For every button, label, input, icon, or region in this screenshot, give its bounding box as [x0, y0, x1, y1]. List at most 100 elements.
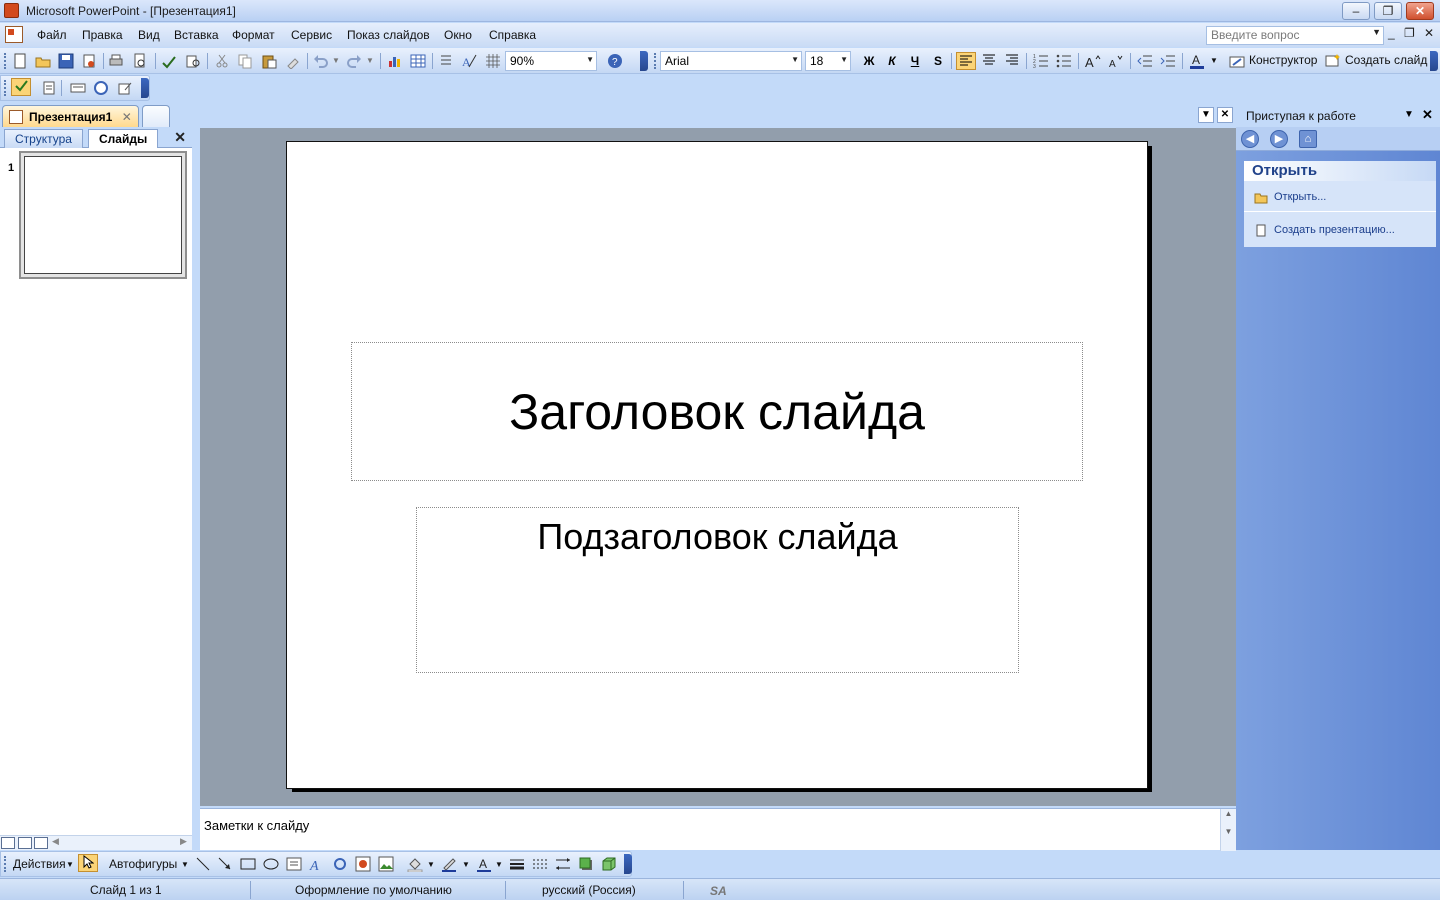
zoom-select[interactable]: 90% ▼	[505, 51, 597, 71]
grid-icon[interactable]	[485, 53, 501, 69]
close-pane-icon[interactable]: ✕	[174, 129, 186, 146]
new-icon[interactable]	[12, 53, 28, 69]
align-center-button[interactable]	[979, 52, 999, 70]
fill-color-dropdown-icon[interactable]: ▼	[427, 860, 435, 869]
line-icon[interactable]	[195, 856, 211, 872]
menu-edit[interactable]: Правка	[82, 28, 123, 42]
increase-indent-icon[interactable]	[1160, 53, 1176, 69]
font-size-select[interactable]: 18 ▼	[805, 51, 851, 71]
status-design-name[interactable]: Оформление по умолчанию	[295, 883, 452, 897]
menu-window[interactable]: Окно	[444, 28, 472, 42]
align-right-button[interactable]	[1002, 52, 1022, 70]
open-link[interactable]: Открыть...	[1254, 191, 1326, 204]
font-color-icon[interactable]: A	[476, 856, 492, 872]
italic-button[interactable]: К	[882, 52, 902, 70]
comment-icon[interactable]	[70, 80, 86, 96]
expand-all-icon[interactable]	[438, 53, 454, 69]
toolbar-options-chevron[interactable]	[624, 854, 632, 874]
tab-slides[interactable]: Слайды	[88, 129, 159, 148]
menu-slideshow[interactable]: Показ слайдов	[347, 28, 430, 42]
bullets-icon[interactable]	[1056, 53, 1072, 69]
autoshapes-menu[interactable]: Автофигуры	[109, 857, 177, 871]
back-icon[interactable]: ◀	[1241, 130, 1259, 148]
copy-icon[interactable]	[237, 53, 253, 69]
permission-icon[interactable]	[81, 53, 97, 69]
chevron-down-icon[interactable]: ▼	[791, 55, 799, 64]
spelling-icon[interactable]	[161, 53, 177, 69]
oval-icon[interactable]	[263, 856, 279, 872]
scroll-left-icon[interactable]: ◀	[52, 836, 59, 847]
slide-title-placeholder[interactable]: Заголовок слайда	[351, 342, 1083, 481]
show-formatting-icon[interactable]: A	[461, 53, 477, 69]
menu-view[interactable]: Вид	[138, 28, 160, 42]
close-document-icon[interactable]: ✕	[1217, 107, 1233, 123]
chevron-down-icon[interactable]: ▼	[1372, 27, 1381, 37]
font-color-icon[interactable]: A	[1189, 53, 1205, 69]
spelling-status-icon[interactable]: SA	[708, 882, 732, 898]
arrow-icon[interactable]	[217, 856, 233, 872]
rectangle-icon[interactable]	[240, 856, 256, 872]
slide-canvas[interactable]: Заголовок слайда Подзаголовок слайда	[286, 141, 1148, 789]
line-style-icon[interactable]	[509, 856, 525, 872]
powerpoint-app-icon[interactable]	[4, 3, 19, 18]
font-color-dropdown-icon[interactable]: ▼	[495, 860, 503, 869]
redo-dropdown-icon[interactable]: ▼	[366, 56, 374, 65]
status-language[interactable]: русский (Россия)	[542, 883, 636, 897]
document-menu-icon[interactable]	[5, 26, 23, 43]
menu-help[interactable]: Справка	[489, 28, 536, 42]
insert-chart-icon[interactable]	[387, 53, 403, 69]
menu-insert[interactable]: Вставка	[174, 28, 219, 42]
research-icon[interactable]	[185, 53, 201, 69]
new-tab-button[interactable]	[142, 105, 170, 127]
dash-style-icon[interactable]	[532, 856, 548, 872]
underline-button[interactable]: Ч	[905, 52, 925, 70]
bold-button[interactable]: Ж	[859, 52, 879, 70]
open-icon[interactable]	[35, 53, 51, 69]
help-search-input[interactable]: Введите вопрос ▼	[1206, 26, 1384, 45]
tab-outline[interactable]: Структура	[4, 129, 83, 148]
chevron-down-icon[interactable]: ▼	[1404, 109, 1414, 120]
help-icon[interactable]: ?	[607, 53, 623, 69]
close-window-button[interactable]: ✕	[1406, 2, 1434, 20]
3d-style-icon[interactable]	[601, 856, 617, 872]
restore-button[interactable]: ❐	[1374, 2, 1402, 20]
tab-list-dropdown-icon[interactable]: ▼	[1198, 107, 1214, 123]
toolbar-options-chevron[interactable]	[1430, 51, 1438, 71]
cut-icon[interactable]	[214, 53, 230, 69]
font-name-select[interactable]: Arial ▼	[660, 51, 802, 71]
decrease-font-icon[interactable]: A	[1108, 53, 1124, 69]
designer-button[interactable]: Конструктор	[1249, 53, 1317, 67]
markup-icon[interactable]	[41, 80, 57, 96]
create-presentation-link[interactable]: Создать презентацию...	[1254, 224, 1395, 237]
slide-sorter-view-icon[interactable]	[18, 837, 32, 849]
doc-restore-icon[interactable]: ❐	[1404, 26, 1415, 40]
paste-icon[interactable]	[261, 53, 277, 69]
doc-close-icon[interactable]: ✕	[1424, 26, 1434, 40]
tab-presentation1[interactable]: Презентация1 ✕	[2, 105, 139, 127]
insert-table-icon[interactable]	[410, 53, 426, 69]
new-slide-button[interactable]: Создать слайд	[1345, 53, 1427, 67]
align-left-button[interactable]	[956, 52, 976, 70]
format-painter-icon[interactable]	[285, 53, 301, 69]
doc-minimize-icon[interactable]: _	[1388, 26, 1395, 40]
autoshapes-dropdown-icon[interactable]: ▼	[181, 860, 189, 869]
slide-subtitle-placeholder[interactable]: Подзаголовок слайда	[416, 507, 1019, 673]
edit-comment-icon[interactable]	[117, 80, 133, 96]
toolbar-options-chevron[interactable]	[141, 78, 149, 98]
toolbar-grip[interactable]	[4, 856, 7, 872]
actions-menu[interactable]: Действия	[13, 857, 66, 871]
reviewers-icon[interactable]	[93, 80, 109, 96]
shadow-button[interactable]: S	[928, 52, 948, 70]
slideshow-view-icon[interactable]	[34, 837, 48, 849]
toolbar-options-chevron[interactable]	[640, 51, 648, 71]
save-icon[interactable]	[58, 53, 74, 69]
close-task-pane-icon[interactable]: ✕	[1422, 107, 1433, 123]
increase-font-icon[interactable]: A	[1085, 53, 1101, 69]
textbox-icon[interactable]	[286, 856, 302, 872]
scroll-right-icon[interactable]: ▶	[180, 836, 187, 847]
select-objects-button[interactable]	[78, 854, 98, 872]
decrease-indent-icon[interactable]	[1137, 53, 1153, 69]
print-icon[interactable]	[108, 53, 124, 69]
clipart-icon[interactable]	[355, 856, 371, 872]
diagram-icon[interactable]	[332, 856, 348, 872]
